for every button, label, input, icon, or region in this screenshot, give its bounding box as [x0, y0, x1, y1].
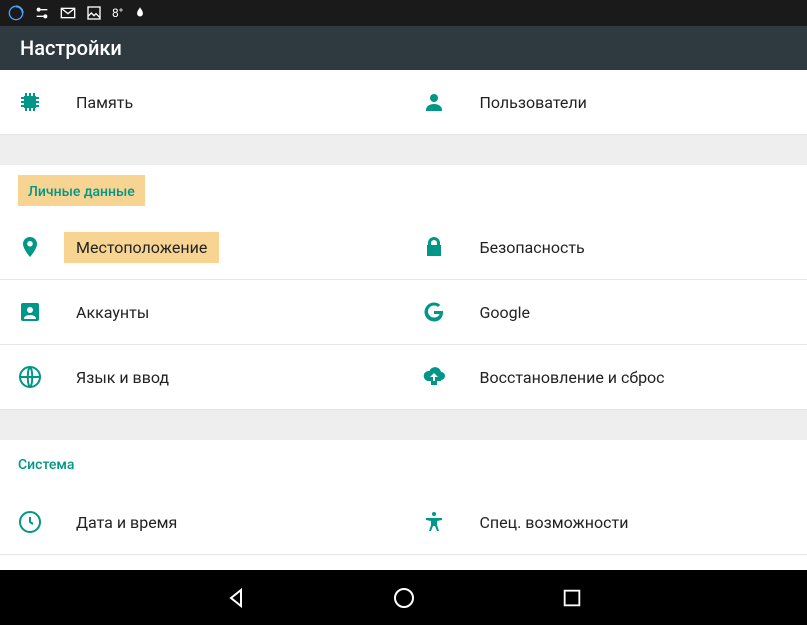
- section-divider: [0, 410, 807, 440]
- nav-back-button[interactable]: [222, 584, 250, 612]
- item-memory[interactable]: Память: [0, 70, 404, 135]
- item-location[interactable]: Местоположение: [0, 215, 404, 280]
- mail-icon: [60, 5, 76, 21]
- users-icon: [422, 90, 446, 114]
- item-label: Google: [480, 303, 531, 322]
- item-accessibility[interactable]: Спец. возможности: [404, 490, 807, 555]
- section-header-personal: Личные данные: [0, 165, 807, 215]
- globe-icon: [18, 365, 42, 389]
- item-google[interactable]: Google: [404, 280, 807, 345]
- accessibility-icon: [422, 510, 446, 534]
- lock-icon: [422, 235, 446, 259]
- item-label: Восстановление и сброс: [480, 368, 665, 387]
- item-accounts[interactable]: Аккаунты: [0, 280, 404, 345]
- item-backup[interactable]: Восстановление и сброс: [404, 345, 807, 410]
- item-label: Пользователи: [480, 93, 587, 112]
- item-label: Аккаунты: [76, 303, 149, 322]
- item-label: Спец. возможности: [480, 513, 629, 532]
- section-title: Система: [18, 457, 74, 473]
- settings-list: Память Пользователи Личные данные Местоп…: [0, 70, 807, 620]
- item-label: Местоположение: [64, 232, 219, 263]
- item-language[interactable]: Язык и ввод: [0, 345, 404, 410]
- nav-recent-button[interactable]: [558, 584, 586, 612]
- item-label: Дата и время: [76, 513, 177, 532]
- app-icon: [8, 5, 24, 21]
- item-security[interactable]: Безопасность: [404, 215, 807, 280]
- memory-icon: [18, 90, 42, 114]
- temperature-indicator: 8°: [112, 6, 123, 20]
- item-label: Язык и ввод: [76, 368, 169, 387]
- item-users[interactable]: Пользователи: [404, 70, 807, 135]
- nav-home-button[interactable]: [390, 584, 418, 612]
- page-title: Настройки: [20, 36, 122, 60]
- navigation-bar: [0, 570, 807, 625]
- app-bar: Настройки: [0, 26, 807, 70]
- section-divider: [0, 135, 807, 165]
- clock-icon: [18, 510, 42, 534]
- section-title: Личные данные: [28, 184, 135, 200]
- item-label: Безопасность: [480, 238, 585, 257]
- account-icon: [18, 300, 42, 324]
- settings-indicator-icon: [34, 5, 50, 21]
- status-bar: 8°: [0, 0, 807, 26]
- item-label: Память: [76, 93, 133, 112]
- item-datetime[interactable]: Дата и время: [0, 490, 404, 555]
- google-icon: [422, 300, 446, 324]
- cloud-upload-icon: [422, 365, 446, 389]
- image-icon: [86, 5, 102, 21]
- section-header-system: Система: [0, 440, 807, 490]
- weather-icon: [133, 6, 147, 20]
- location-icon: [18, 235, 42, 259]
